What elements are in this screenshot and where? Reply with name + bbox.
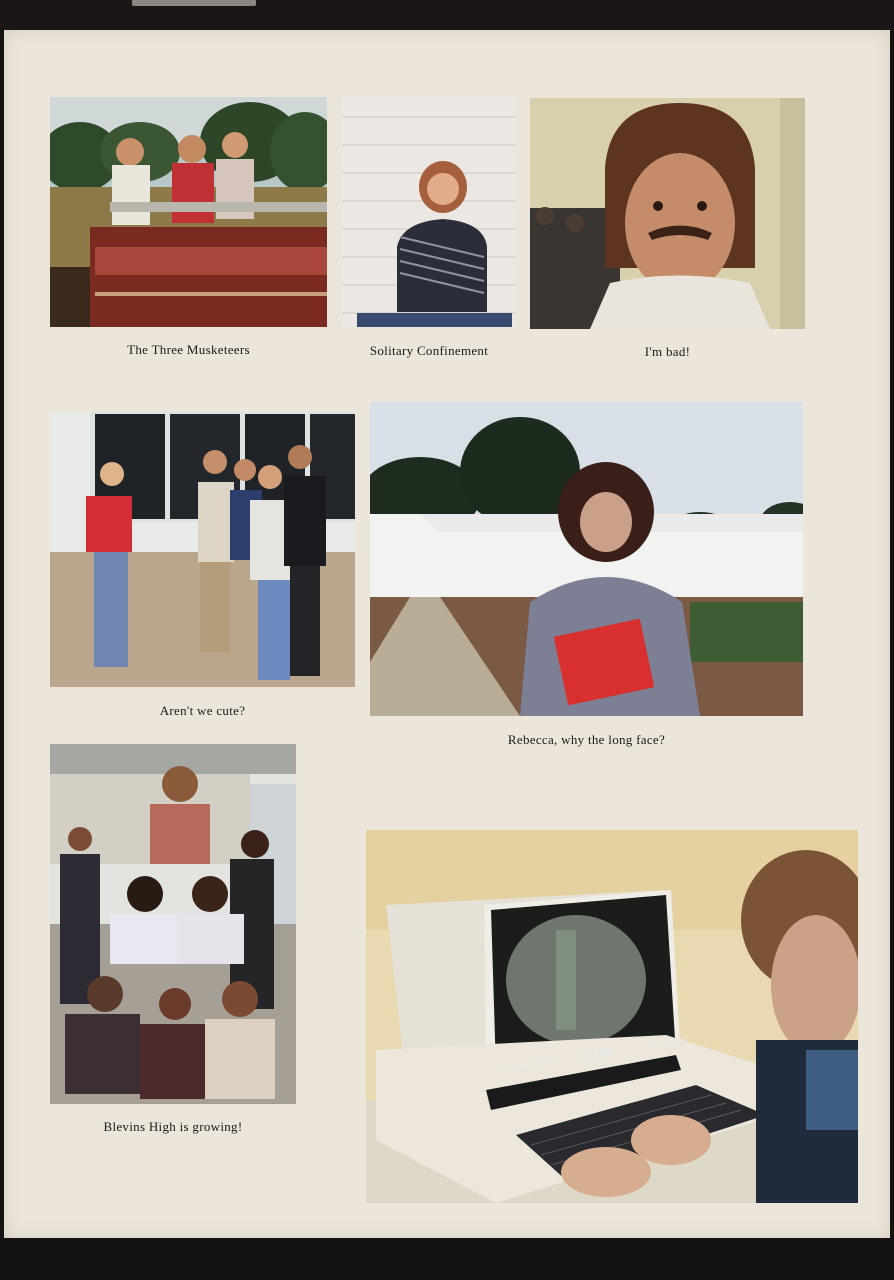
caption-solitary-confinement: Solitary Confinement	[369, 343, 489, 358]
binder-clip	[132, 0, 256, 6]
photo-arent-we-cute	[50, 412, 355, 687]
photo-commodore-computer: commodore CBM computer	[366, 830, 858, 1203]
caption-im-bad: I'm bad!	[644, 344, 691, 359]
caption-arent-we-cute: Aren't we cute?	[159, 703, 246, 718]
photo-rebecca	[370, 402, 803, 716]
scan-top-edge	[0, 0, 894, 30]
photo-blevins-high-growing	[50, 744, 296, 1104]
photo-three-musketeers	[50, 97, 327, 327]
scan-bottom-edge	[0, 1238, 894, 1280]
caption-three-musketeers: The Three Musketeers	[127, 342, 250, 357]
photo-im-bad	[530, 98, 805, 329]
photo-solitary-confinement	[342, 97, 516, 327]
caption-blevins-high-growing: Blevins High is growing!	[103, 1119, 243, 1134]
caption-rebecca: Rebecca, why the long face?	[507, 732, 666, 747]
